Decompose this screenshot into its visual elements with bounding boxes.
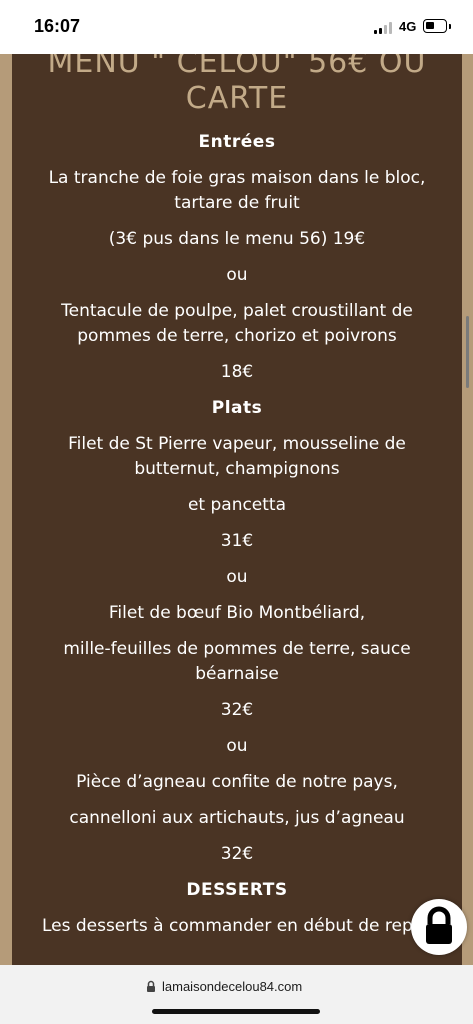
status-bar: 16:07 4G: [0, 0, 473, 54]
plats-heading: Plats: [211, 398, 263, 418]
entree1-line2: tartare de fruit: [174, 193, 300, 213]
page-scrollbar[interactable]: [466, 316, 469, 388]
entree1-line1: La tranche de foie gras maison dans le b…: [48, 168, 426, 188]
desserts-line1: Les desserts à commander en début de rep…: [41, 916, 433, 936]
home-indicator[interactable]: [152, 1009, 320, 1014]
or-separator-2: ou: [226, 567, 248, 587]
plat1-line1: Filet de St Pierre vapeur, mousseline de: [68, 434, 406, 454]
lock-icon: [426, 906, 452, 944]
or-separator-1: ou: [226, 265, 248, 285]
menu-content: MENU " CELOU" 56€ OU CARTE Entrées La tr…: [12, 54, 462, 939]
entrees-heading: Entrées: [198, 132, 276, 152]
plat3-price: 32€: [220, 844, 254, 864]
menu-panel: MENU " CELOU" 56€ OU CARTE Entrées La tr…: [12, 54, 462, 965]
menu-title-line1: MENU " CELOU" 56€ OU: [47, 54, 427, 80]
plat2-line1: Filet de bœuf Bio Montbéliard,: [108, 603, 366, 623]
plat2-line2: mille-feuilles de pommes de terre, sauce: [63, 639, 411, 659]
secure-lock-icon: [147, 980, 155, 992]
or-separator-3: ou: [226, 736, 248, 756]
battery-icon: [423, 19, 447, 33]
plat2-line3: béarnaise: [195, 664, 279, 684]
desserts-heading: DESSERTS: [186, 880, 288, 900]
lock-button[interactable]: [411, 899, 467, 955]
plat1-price: 31€: [220, 531, 254, 551]
entree2-price: 18€: [220, 362, 254, 382]
menu-title-line2: CARTE: [185, 81, 289, 116]
battery-tip: [449, 24, 451, 29]
webpage-background: MENU " CELOU" 56€ OU CARTE Entrées La tr…: [0, 54, 473, 965]
status-time: 16:07: [34, 16, 81, 36]
entree1-price: (3€ pus dans le menu 56) 19€: [108, 229, 366, 249]
plat3-line1: Pièce d’agneau confite de notre pays,: [76, 772, 398, 792]
url-text[interactable]: lamaisondecelou84.com: [162, 979, 302, 994]
network-type: 4G: [399, 19, 417, 34]
plat3-line2: cannelloni aux artichauts, jus d’agneau: [69, 808, 405, 828]
plat1-line2: butternut, champignons: [134, 459, 340, 479]
plat2-price: 32€: [220, 700, 254, 720]
entree2-line1: Tentacule de poulpe, palet croustillant …: [61, 301, 413, 321]
signal-strength-icon: [374, 22, 394, 34]
entree2-line2: pommes de terre, chorizo et poivrons: [77, 326, 397, 346]
menu-title: MENU " CELOU" 56€ OU CARTE: [12, 54, 462, 117]
browser-address-bar[interactable]: [0, 965, 473, 1024]
plat1-line3: et pancetta: [187, 495, 287, 515]
